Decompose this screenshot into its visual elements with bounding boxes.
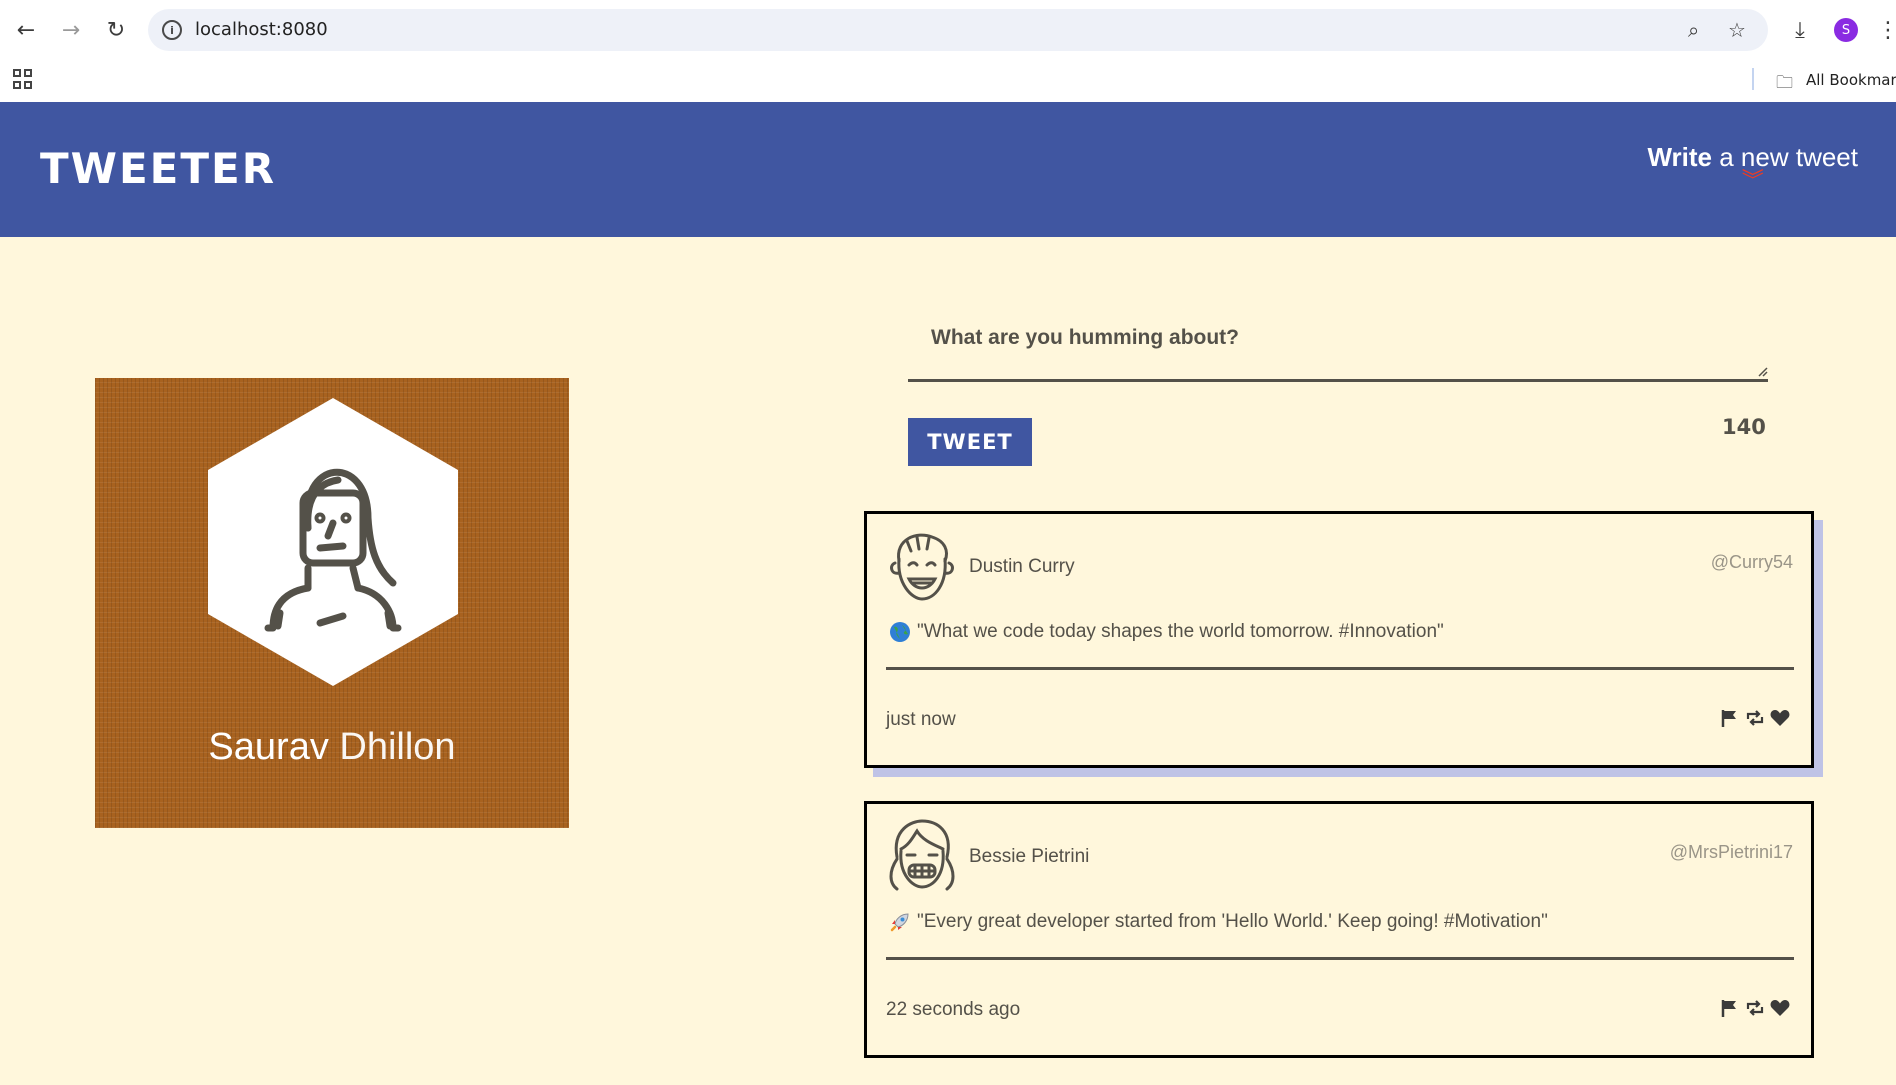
double-chevron-down-icon[interactable]: ︾ [1647,171,1858,193]
apps-grid-icon[interactable] [13,69,33,89]
profile-card: Saurav Dhillon [95,378,569,828]
browser-toolbar: ← → ↻ i localhost:8080 ⌕ ☆ ⤓ S ⋮ [0,0,1896,60]
flag-icon[interactable] [1719,997,1741,1019]
heart-icon[interactable] [1769,707,1791,729]
site-header: TWEETER Write a new tweet ︾ [0,102,1896,237]
tweet-author-name: Bessie Pietrini [969,846,1090,867]
zoom-icon[interactable]: ⌕ [1688,18,1699,42]
site-logo[interactable]: TWEETER [40,144,276,193]
tweet-divider [886,957,1794,960]
tweet-timestamp: 22 seconds ago [886,999,1021,1020]
heart-icon[interactable] [1769,997,1791,1019]
download-icon[interactable]: ⤓ [1784,14,1816,46]
tweet-card: Dustin Curry @Curry54 "What we code toda… [864,511,1814,768]
retweet-icon[interactable] [1744,707,1766,729]
character-counter: 140 [1722,415,1766,439]
bookmarks-bar: 🗀 All Bookmarks [0,60,1896,102]
tweet-timestamp: just now [886,709,956,730]
tweet-author-name: Dustin Curry [969,556,1075,577]
star-icon[interactable]: ☆ [1728,18,1746,42]
tweet-content: "Every great developer started from 'Hel… [917,911,1548,932]
tweet-content: "What we code today shapes the world tom… [917,621,1444,642]
folder-icon[interactable]: 🗀 [1776,70,1793,99]
write-new-tweet-toggle[interactable]: Write a new tweet ︾ [1647,142,1858,193]
reload-icon[interactable]: ↻ [100,14,132,46]
menu-kebab-icon[interactable]: ⋮ [1872,14,1896,46]
profile-name: Saurav Dhillon [208,726,456,768]
tweet-author-handle: @Curry54 [1710,552,1793,572]
user-avatar-icon [889,819,955,891]
resize-grip-icon[interactable] [1756,365,1768,377]
bookmarks-divider [1752,68,1754,90]
forward-arrow-icon[interactable]: → [55,14,87,46]
tweet-submit-button[interactable]: TWEET [908,418,1032,466]
flag-icon[interactable] [1719,707,1741,729]
tweet-card: Bessie Pietrini @MrsPietrini17 "Every gr… [864,801,1814,1058]
tweet-author-handle: @MrsPietrini17 [1669,842,1793,862]
tweet-divider [886,667,1794,670]
globe-icon [890,622,910,642]
all-bookmarks-link[interactable]: All Bookmarks [1806,71,1896,89]
retweet-icon[interactable] [1744,997,1766,1019]
user-avatar-icon [890,533,954,601]
url-text[interactable]: localhost:8080 [195,19,328,40]
profile-avatar [208,398,458,686]
address-bar[interactable]: i localhost:8080 ⌕ ☆ [148,9,1768,51]
back-arrow-icon[interactable]: ← [10,14,42,46]
rocket-icon [890,913,909,932]
tweet-textarea-placeholder[interactable]: What are you humming about? [931,326,1239,350]
site-info-icon[interactable]: i [162,20,182,40]
profile-avatar-icon[interactable]: S [1834,18,1858,42]
